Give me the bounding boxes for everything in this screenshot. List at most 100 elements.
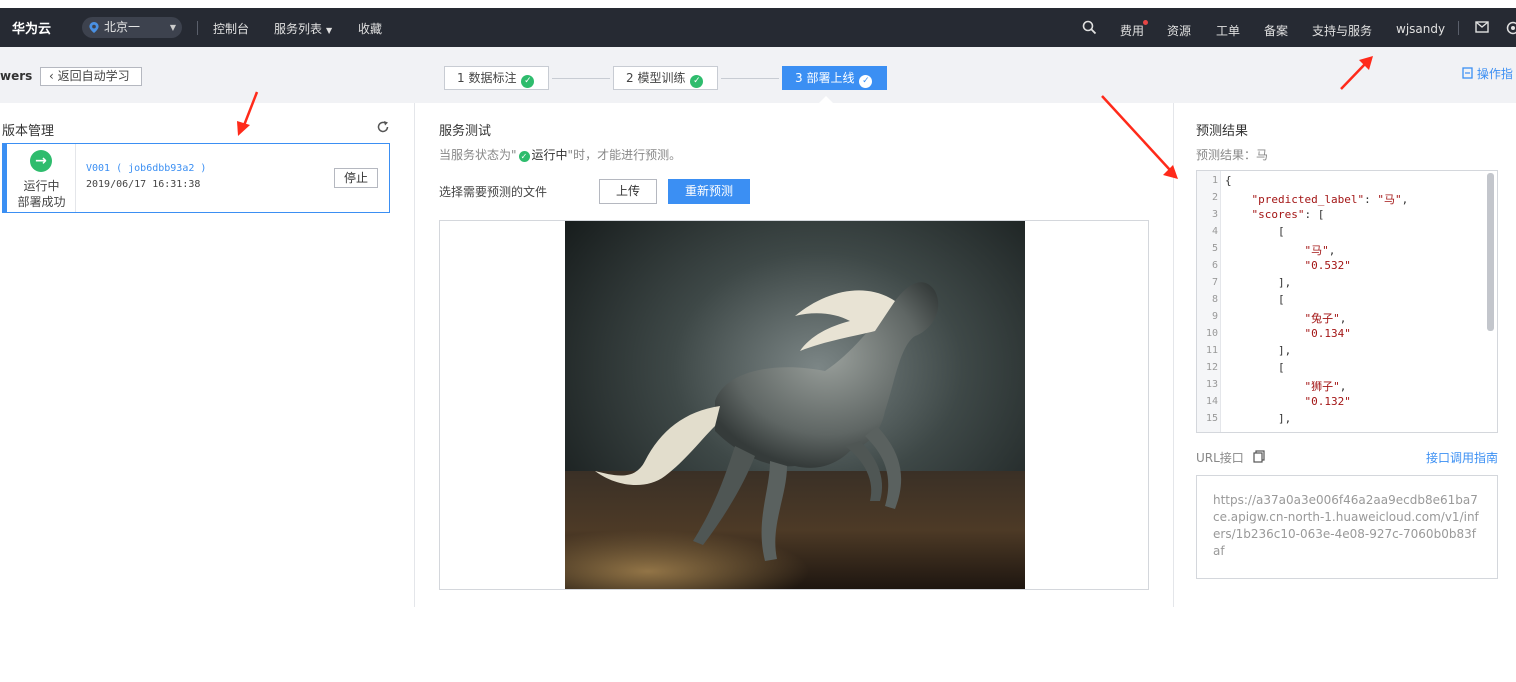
user-name[interactable]: wjsandy: [1396, 22, 1445, 36]
json-value: "兔子": [1304, 312, 1340, 325]
code-line: {: [1225, 174, 1232, 187]
code-line: [: [1225, 225, 1285, 238]
nav-billing[interactable]: 费用: [1120, 22, 1144, 39]
line-number: 14: [1205, 396, 1218, 407]
json-value: "0.132": [1304, 395, 1351, 408]
panel-divider: [1173, 103, 1174, 607]
version-id: V001 ( job6dbb93a2 ): [86, 163, 207, 174]
image-preview: [439, 220, 1149, 590]
code-line: [: [1225, 293, 1285, 306]
line-number: 6: [1211, 260, 1218, 271]
line-number: 13: [1205, 379, 1218, 390]
nav-console[interactable]: 控制台: [213, 20, 249, 37]
location-pin-icon: [89, 22, 99, 33]
hint-prefix: 当服务状态为": [439, 148, 517, 162]
guide-label: 操作指: [1476, 67, 1513, 81]
mail-icon[interactable]: [1475, 21, 1489, 33]
version-timestamp: 2019/06/17 16:31:38: [86, 179, 201, 190]
line-number: 8: [1211, 294, 1218, 305]
region-selector[interactable]: 北京一 ▼: [82, 17, 182, 38]
active-step-pointer: [819, 96, 833, 103]
panel-title: 版本管理: [2, 124, 55, 139]
code-line: "predicted_label": "马",: [1251, 193, 1409, 206]
json-value: "马": [1377, 193, 1402, 206]
check-icon: ✓: [859, 75, 873, 88]
nav-favorites[interactable]: 收藏: [358, 20, 382, 37]
hint-suffix: "时，才能进行预测。: [567, 148, 682, 162]
nav-resources[interactable]: 资源: [1167, 22, 1191, 39]
divider: [197, 21, 198, 35]
divider: [1458, 21, 1459, 35]
prediction-summary: 预测结果：马: [1196, 148, 1269, 162]
step-model-training[interactable]: 2 模型训练 ✓: [613, 66, 718, 90]
line-number: 9: [1211, 311, 1218, 322]
panel-title: 预测结果: [1196, 124, 1249, 139]
nav-service-list[interactable]: 服务列表 ▼: [274, 20, 332, 37]
status-running: 运行中: [23, 179, 60, 193]
top-strip: [0, 0, 1516, 8]
line-number: 5: [1211, 243, 1218, 254]
api-guide-link[interactable]: 接口调用指南: [1426, 449, 1498, 466]
nav-support[interactable]: 支持与服务: [1312, 22, 1372, 39]
upload-button[interactable]: 上传: [599, 179, 657, 204]
repredict-button[interactable]: 重新预测: [668, 179, 750, 204]
nav-icp[interactable]: 备案: [1264, 22, 1288, 39]
api-url-box[interactable]: https://a37a0a3e006f46a2aa9ecdb8e61ba7ce…: [1196, 475, 1498, 579]
step-connector: [552, 78, 610, 79]
brand-logo[interactable]: 华为云: [12, 18, 51, 37]
panel-title: 服务测试: [439, 124, 492, 139]
step-data-labeling[interactable]: 1 数据标注 ✓: [444, 66, 549, 90]
arrow-right-annotation: [1101, 95, 1178, 179]
code-line: "0.134": [1225, 327, 1351, 340]
code-line: ],: [1225, 412, 1292, 425]
step-label: 2 模型训练: [626, 71, 686, 85]
search-icon[interactable]: [1082, 20, 1097, 35]
arrow-right-circle-icon: →: [30, 150, 52, 172]
code-line: ],: [1225, 344, 1292, 357]
chevron-down-icon: ▼: [326, 26, 333, 35]
operation-guide-link[interactable]: 操作指: [1462, 65, 1513, 82]
json-value: "0.134": [1304, 327, 1351, 340]
version-status: → 运行中 部署成功: [7, 144, 76, 212]
code-line: "兔子",: [1304, 312, 1347, 325]
line-number: 15: [1205, 413, 1218, 424]
line-number: 1: [1211, 175, 1218, 186]
check-icon: ✓: [521, 75, 535, 88]
step-connector: [721, 78, 779, 79]
chevron-left-icon: ‹: [49, 69, 54, 83]
horse-photo: [565, 221, 1025, 589]
nav-tickets[interactable]: 工单: [1216, 22, 1240, 39]
code-line: "狮子",: [1304, 380, 1347, 393]
check-icon: ✓: [690, 75, 704, 88]
step-label: 3 部署上线: [795, 71, 855, 85]
panel-divider: [414, 103, 415, 607]
code-line: ],: [1225, 276, 1292, 289]
service-hint: 当服务状态为" ✓ 运行中"时，才能进行预测。: [439, 146, 681, 163]
code-line: [: [1225, 361, 1285, 374]
workflow-bar: wers ‹ 返回自动学习 1 数据标注 ✓ 2 模型训练 ✓ 3 部署上线 ✓ 操作…: [0, 47, 1516, 103]
line-number: 4: [1211, 226, 1218, 237]
code-line: "0.532": [1225, 259, 1351, 272]
hint-running: 运行中: [531, 148, 568, 162]
code-line: "scores": [: [1251, 208, 1325, 221]
copy-icon[interactable]: [1253, 450, 1265, 463]
json-value: "狮子": [1304, 380, 1340, 393]
settings-icon[interactable]: [1506, 21, 1516, 35]
version-card[interactable]: → 运行中 部署成功 V001 ( job6dbb93a2 ) 2019/06/…: [2, 143, 390, 213]
url-interface-label: URL接口: [1196, 451, 1244, 465]
region-label: 北京一: [104, 20, 141, 34]
project-name: wers: [0, 69, 33, 83]
step-label: 1 数据标注: [457, 71, 517, 85]
step-deployment[interactable]: 3 部署上线 ✓: [782, 66, 887, 90]
stop-button[interactable]: 停止: [334, 168, 378, 188]
json-value: "0.532": [1304, 259, 1351, 272]
document-icon: [1462, 67, 1473, 79]
json-key: "scores": [1251, 208, 1305, 221]
status-deployed: 部署成功: [17, 195, 66, 209]
back-to-autolearning-button[interactable]: ‹ 返回自动学习: [40, 67, 142, 86]
line-number: 7: [1211, 277, 1218, 288]
top-navbar: 华为云 北京一 ▼ 控制台 服务列表 ▼ 收藏 费用 资源 工单 备案 支持与服务…: [0, 8, 1516, 47]
scrollbar-thumb[interactable]: [1487, 173, 1494, 331]
json-result-viewer[interactable]: 1 2 3 4 5 6 7 8 9 10 11 12 13 14 15 { "p…: [1196, 170, 1498, 433]
refresh-icon[interactable]: [376, 120, 390, 134]
